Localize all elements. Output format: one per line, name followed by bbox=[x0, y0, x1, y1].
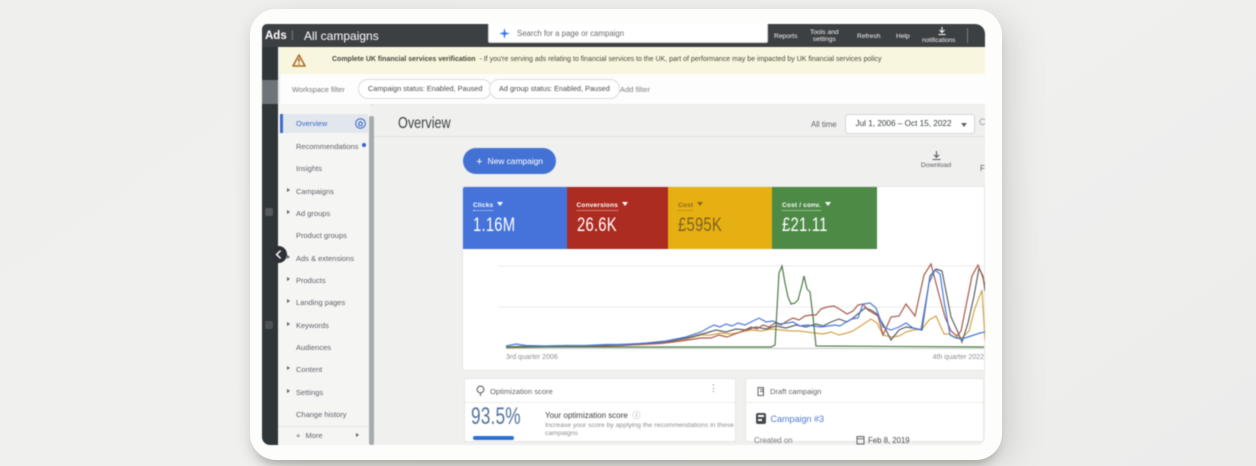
svg-text:3rd quarter 2006: 3rd quarter 2006 bbox=[506, 354, 558, 361]
svg-text:4th quarter 2022: 4th quarter 2022 bbox=[933, 354, 984, 361]
